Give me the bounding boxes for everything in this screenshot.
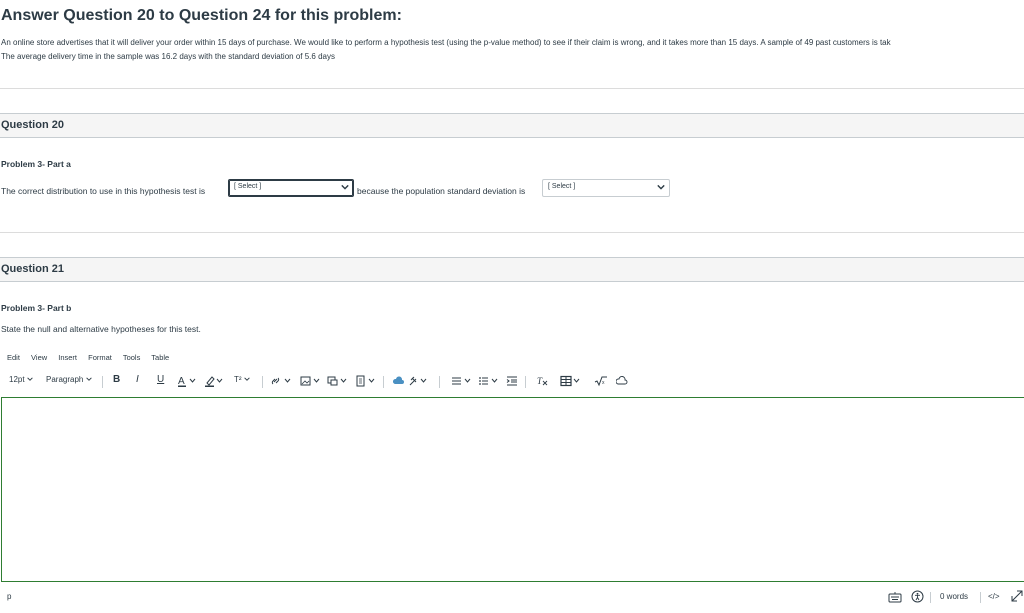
accessibility-checker-button[interactable] (615, 375, 628, 389)
rich-text-editor-area[interactable] (1, 397, 1024, 582)
indent-button[interactable] (506, 375, 518, 389)
link-icon (271, 377, 291, 385)
page-heading: Answer Question 20 to Question 24 for th… (1, 7, 402, 24)
toolbar-separator (525, 376, 526, 388)
menu-edit[interactable]: Edit (7, 353, 20, 362)
bold-button[interactable]: B (113, 374, 120, 385)
highlight-color-button[interactable] (205, 375, 225, 389)
menu-view[interactable]: View (31, 353, 47, 362)
text-color-icon: A (178, 376, 196, 387)
keyboard-shortcuts-button[interactable] (888, 591, 902, 605)
divider (0, 232, 1024, 233)
bullet-list-button[interactable] (478, 375, 500, 389)
document-icon (356, 375, 375, 387)
table-icon (560, 375, 580, 387)
chevron-down-icon (341, 183, 349, 193)
question-21-header: Question 21 (0, 257, 1024, 282)
bullet-list-icon (479, 377, 498, 385)
chevron-down-icon (27, 377, 33, 381)
underline-button[interactable]: U (157, 374, 164, 385)
indent-icon (506, 376, 517, 386)
editor-menubar: Edit View Insert Format Tools Table (7, 353, 178, 362)
question-20-text-before: The correct distribution to use in this … (1, 186, 206, 196)
toolbar-separator (262, 376, 263, 388)
image-button[interactable] (300, 375, 322, 389)
toolbar-separator (439, 376, 440, 388)
keyboard-icon (888, 592, 902, 603)
equation-button[interactable]: x (594, 375, 608, 389)
accessibility-icon (911, 590, 924, 603)
element-path[interactable]: p (7, 592, 11, 601)
clear-formatting-icon: T (537, 376, 548, 386)
distribution-select[interactable]: [ Select ] (228, 179, 354, 197)
toolbar-separator (102, 376, 103, 388)
italic-button[interactable]: I (136, 374, 139, 385)
svg-text:A: A (178, 376, 185, 387)
toolbar-separator (383, 376, 384, 388)
accessibility-button[interactable] (911, 590, 924, 605)
clear-formatting-button[interactable]: T (537, 375, 549, 389)
menu-tools[interactable]: Tools (123, 353, 141, 362)
divider (0, 88, 1024, 89)
font-size-dropdown[interactable]: 12pt (9, 375, 33, 384)
highlight-icon (205, 376, 223, 387)
problem-description: An online store advertises that it will … (1, 36, 1024, 64)
superscript-label: T² (234, 375, 242, 384)
cloud-outline-icon (615, 376, 628, 385)
problem-text-line-1: An online store advertises that it will … (1, 38, 891, 47)
table-button[interactable] (560, 375, 582, 389)
html-editor-toggle[interactable]: </> (988, 592, 1000, 601)
std-deviation-select-value: [ Select ] (548, 183, 576, 190)
chevron-down-icon (85, 377, 92, 381)
align-icon (452, 377, 471, 385)
question-21-title: Question 21 (1, 263, 64, 275)
cloud-icon (392, 376, 404, 384)
media-button[interactable] (327, 375, 349, 389)
apps-plugin-button[interactable] (407, 375, 429, 389)
link-button[interactable] (271, 375, 293, 389)
statusbar-separator (930, 592, 931, 603)
cloud-apps-button[interactable] (392, 375, 405, 389)
question-20-title: Question 20 (1, 119, 64, 131)
chevron-down-icon (657, 183, 665, 193)
question-21-prompt: State the null and alternative hypothese… (1, 324, 201, 334)
document-button[interactable] (355, 375, 377, 389)
chevron-down-icon (244, 377, 250, 381)
menu-insert[interactable]: Insert (58, 353, 77, 362)
superscript-button[interactable]: T² (234, 375, 250, 384)
question-20-subtitle: Problem 3- Part a (1, 159, 71, 169)
align-button[interactable] (451, 375, 473, 389)
image-icon (300, 376, 320, 386)
font-size-value: 12pt (9, 375, 25, 384)
block-format-value: Paragraph (46, 375, 84, 384)
fullscreen-resize-button[interactable] (1011, 590, 1023, 604)
problem-text-line-2: The average delivery time in the sample … (1, 52, 335, 61)
svg-text:x: x (602, 380, 605, 386)
menu-table[interactable]: Table (151, 353, 169, 362)
word-count[interactable]: 0 words (940, 592, 968, 601)
plug-icon (409, 376, 427, 386)
question-20-text-middle: because the population standard deviatio… (357, 186, 526, 196)
editor-statusbar: p 0 words </> (0, 587, 1024, 609)
svg-text:T: T (537, 376, 543, 386)
expand-icon (1011, 590, 1023, 602)
block-format-dropdown[interactable]: Paragraph (46, 375, 92, 384)
text-color-button[interactable]: A (178, 375, 198, 389)
question-20-header: Question 20 (0, 113, 1024, 138)
distribution-select-value: [ Select ] (234, 183, 262, 190)
media-icon (327, 376, 347, 386)
square-root-icon: x (594, 376, 607, 387)
std-deviation-select[interactable]: [ Select ] (542, 179, 670, 197)
question-21-subtitle: Problem 3- Part b (1, 303, 72, 313)
statusbar-separator (980, 592, 981, 603)
menu-format[interactable]: Format (88, 353, 112, 362)
